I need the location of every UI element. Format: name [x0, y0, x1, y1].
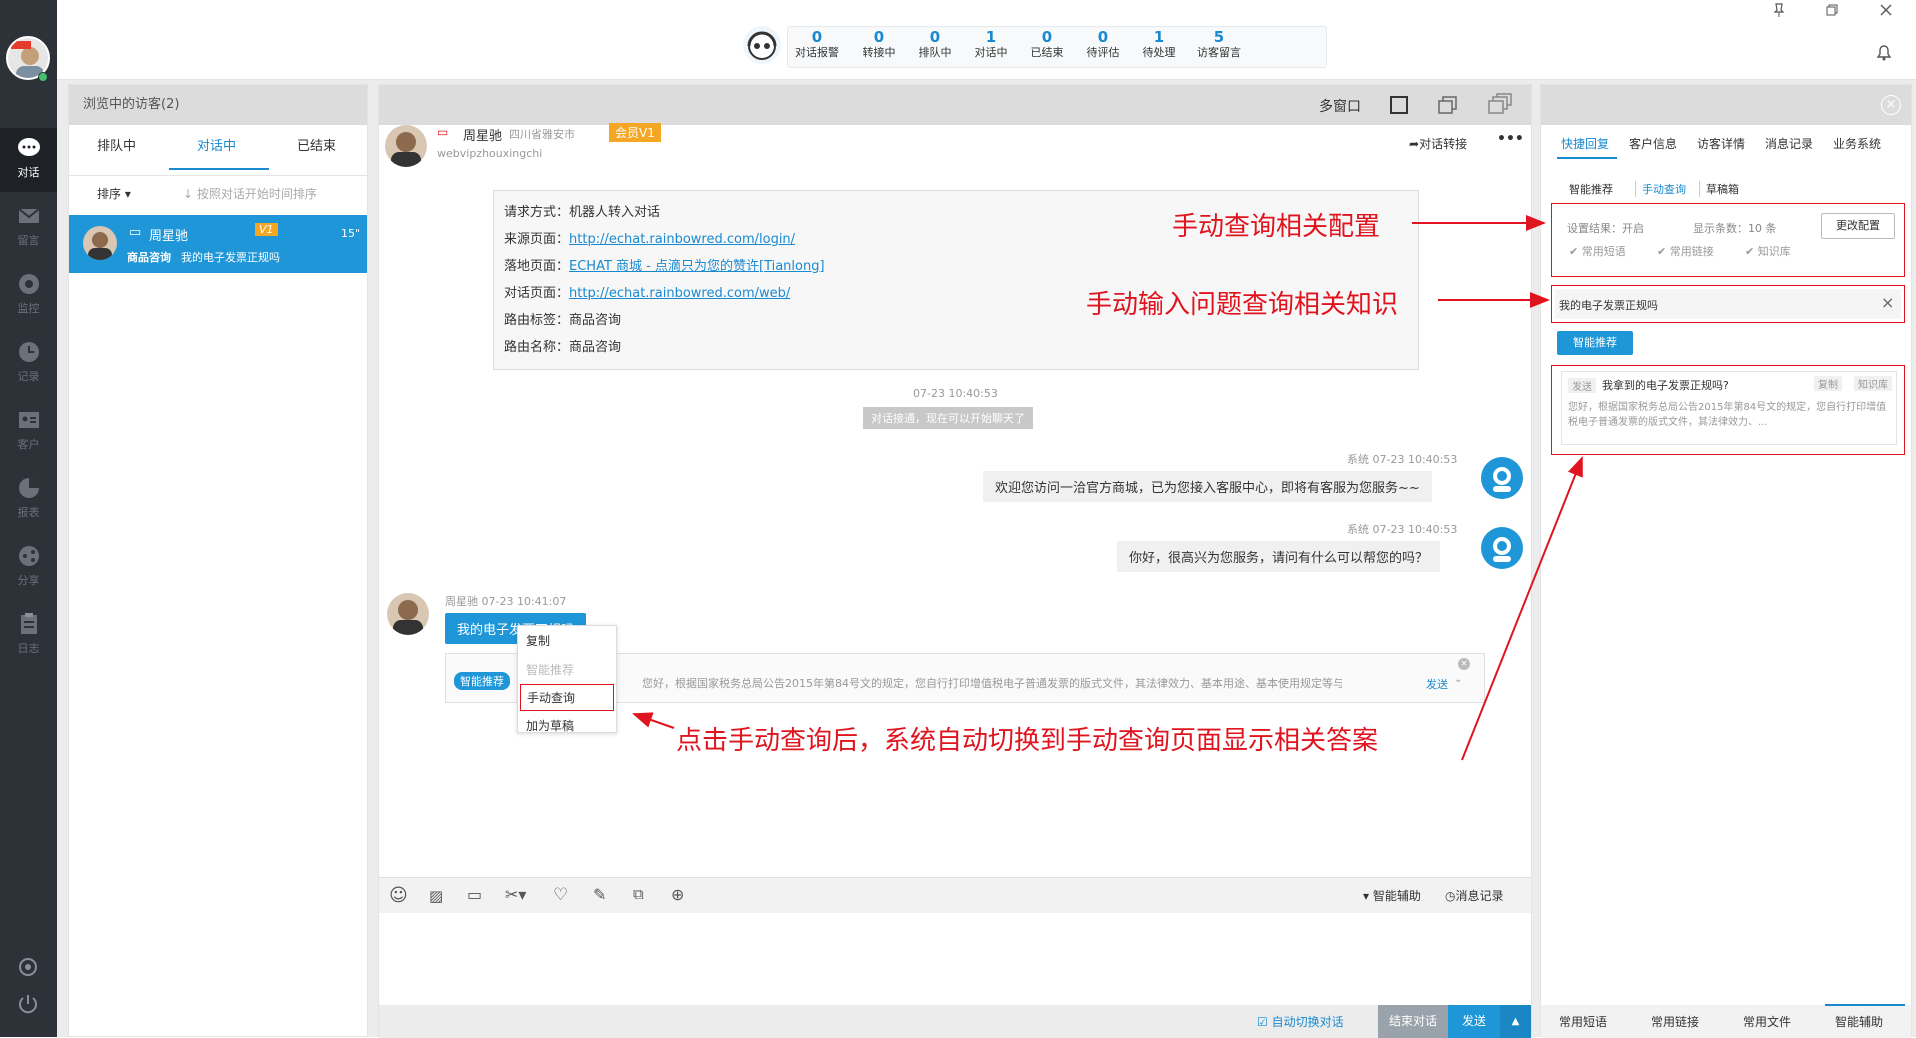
- annotation-arrows: [632, 215, 1583, 761]
